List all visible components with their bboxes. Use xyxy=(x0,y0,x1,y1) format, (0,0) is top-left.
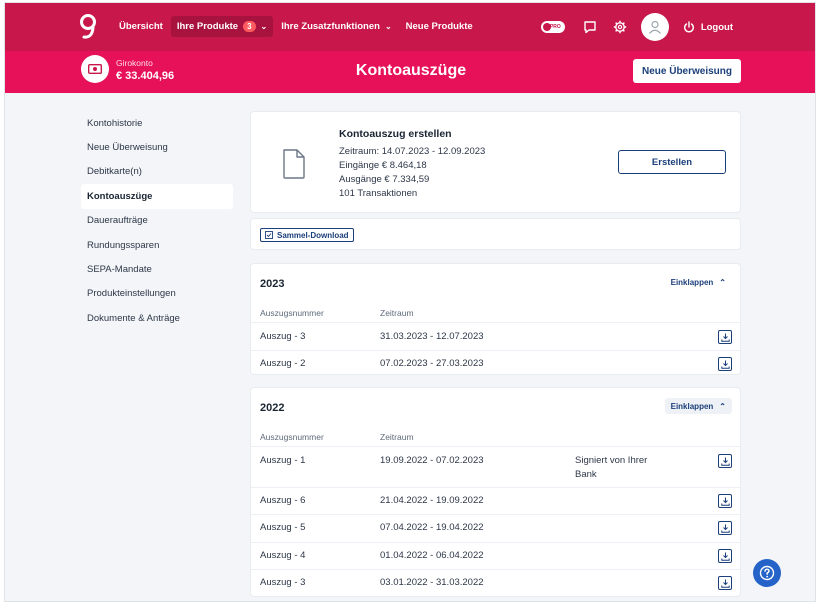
new-transfer-button[interactable]: Neue Überweisung xyxy=(633,59,741,83)
sidebar-menu: Kontohistorie Neue Überweisung Debitkart… xyxy=(81,111,233,331)
year-section-2023: 2023 Einklappen ⌃ Auszugsnummer Zeitraum… xyxy=(250,263,741,375)
signed-note-line1: Signiert von Ihrer xyxy=(575,455,648,466)
bulk-download-card: Sammel-Download xyxy=(250,218,741,250)
statement-period: 01.04.2022 - 06.04.2022 xyxy=(380,550,484,561)
create-statement-title: Kontoauszug erstellen xyxy=(339,128,452,140)
chevron-down-icon: ⌄ xyxy=(260,22,268,31)
table-row[interactable]: Auszug - 4 01.04.2022 - 06.04.2022 xyxy=(251,542,740,569)
sidebar-item-product-settings[interactable]: Produkteinstellungen xyxy=(81,282,233,306)
collapse-label: Einklappen xyxy=(670,401,714,411)
statement-period: 19.09.2022 - 07.02.2023 xyxy=(380,455,484,466)
nav-new-products-label: Neue Produkte xyxy=(405,21,473,32)
sidebar-item-debit-cards[interactable]: Debitkarte(n) xyxy=(81,160,233,184)
logout-label: Logout xyxy=(700,21,733,33)
statement-number: Auszug - 3 xyxy=(260,577,306,588)
year-heading: 2023 xyxy=(260,278,285,290)
sidebar-item-standing-orders[interactable]: Daueraufträge xyxy=(81,209,233,233)
statement-period: 03.01.2022 - 31.03.2022 xyxy=(380,577,484,588)
download-icon[interactable] xyxy=(718,330,732,344)
power-icon xyxy=(683,21,694,33)
nav-your-products-label: Ihre Produkte xyxy=(176,21,239,32)
statement-period: 07.02.2023 - 27.03.2023 xyxy=(380,358,484,369)
year-heading: 2022 xyxy=(260,402,285,414)
help-button[interactable] xyxy=(753,559,781,587)
pro-toggle[interactable]: PRO xyxy=(540,21,565,33)
sidebar-item-round-up-savings[interactable]: Rundungssparen xyxy=(81,233,233,257)
statement-expenses: Ausgänge € 7.334,59 xyxy=(339,174,430,185)
logout-button[interactable]: Logout xyxy=(683,21,733,33)
statement-number: Auszug - 3 xyxy=(260,331,306,342)
chevron-down-icon: ⌄ xyxy=(384,22,392,31)
statement-period: 21.04.2022 - 19.09.2022 xyxy=(380,495,484,506)
bulk-download-button[interactable]: Sammel-Download xyxy=(260,228,354,242)
user-icon xyxy=(648,20,661,34)
statement-number: Auszug - 4 xyxy=(260,550,306,561)
pro-label: PRO xyxy=(549,24,561,30)
document-icon xyxy=(283,149,305,179)
collapse-label: Einklappen xyxy=(670,277,714,287)
signed-note: Signiert von Ihrer Bank xyxy=(575,454,647,482)
statement-number: Auszug - 2 xyxy=(260,358,306,369)
column-header-number: Auszugsnummer xyxy=(260,308,324,318)
checkbox-download-icon xyxy=(265,231,273,239)
nav-new-products[interactable]: Neue Produkte xyxy=(400,16,479,37)
chat-icon[interactable] xyxy=(581,18,599,36)
statement-period: 07.04.2022 - 19.04.2022 xyxy=(380,522,484,533)
app-window: Übersicht Ihre Produkte 3 ⌄ Ihre Zusatzf… xyxy=(4,2,816,602)
download-icon[interactable] xyxy=(718,549,732,563)
statement-number: Auszug - 1 xyxy=(260,455,306,466)
gear-icon[interactable] xyxy=(611,18,629,36)
sidebar-item-statements[interactable]: Kontoauszüge xyxy=(81,184,233,209)
download-icon[interactable] xyxy=(718,521,732,535)
table-row[interactable]: Auszug - 3 03.01.2022 - 31.03.2022 xyxy=(251,569,740,597)
statement-number: Auszug - 6 xyxy=(260,495,306,506)
table-row[interactable]: Auszug - 6 21.04.2022 - 19.09.2022 xyxy=(251,487,740,514)
brand-logo-icon[interactable] xyxy=(79,13,97,41)
year-section-2022: 2022 Einklappen ⌃ Auszugsnummer Zeitraum… xyxy=(250,387,741,597)
table-row[interactable]: Auszug - 2 07.02.2023 - 27.03.2023 xyxy=(251,350,740,376)
sidebar-item-documents[interactable]: Dokumente & Anträge xyxy=(81,306,233,330)
statement-number: Auszug - 5 xyxy=(260,522,306,533)
collapse-button[interactable]: Einklappen ⌃ xyxy=(664,398,732,414)
nav-your-products[interactable]: Ihre Produkte 3 ⌄ xyxy=(170,16,274,37)
download-icon[interactable] xyxy=(718,454,732,468)
top-navigation-bar: Übersicht Ihre Produkte 3 ⌄ Ihre Zusatzf… xyxy=(5,3,815,51)
column-header-number: Auszugsnummer xyxy=(260,432,324,442)
sidebar-item-account-history[interactable]: Kontohistorie xyxy=(81,111,233,135)
nav-additional-features-label: Ihre Zusatzfunktionen xyxy=(281,21,380,32)
nav-overview[interactable]: Übersicht xyxy=(113,16,169,37)
table-row[interactable]: Auszug - 5 07.04.2022 - 19.04.2022 xyxy=(251,514,740,542)
statement-transactions: 101 Transaktionen xyxy=(339,188,418,199)
download-icon[interactable] xyxy=(718,494,732,508)
table-row[interactable]: Auszug - 1 19.09.2022 - 07.02.2023 Signi… xyxy=(251,446,740,487)
topbar-actions: PRO Logout xyxy=(540,3,815,51)
avatar[interactable] xyxy=(640,13,669,41)
nav-additional-features[interactable]: Ihre Zusatzfunktionen ⌄ xyxy=(275,16,397,37)
create-statement-button[interactable]: Erstellen xyxy=(618,150,726,174)
signed-note-line2: Bank xyxy=(575,469,597,480)
main-nav: Übersicht Ihre Produkte 3 ⌄ Ihre Zusatzf… xyxy=(113,16,481,37)
download-icon[interactable] xyxy=(718,357,732,371)
column-header-period: Zeitraum xyxy=(380,432,414,442)
statement-income: Eingänge € 8.464,18 xyxy=(339,160,427,171)
collapse-button[interactable]: Einklappen ⌃ xyxy=(665,274,732,290)
statement-period: 31.03.2023 - 12.07.2023 xyxy=(380,331,484,342)
chevron-up-icon: ⌃ xyxy=(719,277,726,287)
account-header: Girokonto € 33.404,96 Kontoauszüge Neue … xyxy=(5,51,815,93)
products-count-badge: 3 xyxy=(243,21,256,32)
chevron-up-icon: ⌃ xyxy=(719,401,726,411)
help-icon xyxy=(759,565,775,581)
create-statement-card: Kontoauszug erstellen Zeitraum: 14.07.20… xyxy=(250,111,741,213)
table-row[interactable]: Auszug - 3 31.03.2023 - 12.07.2023 xyxy=(251,322,740,350)
column-header-period: Zeitraum xyxy=(380,308,414,318)
sidebar-item-new-transfer[interactable]: Neue Überweisung xyxy=(81,135,233,159)
bulk-download-label: Sammel-Download xyxy=(277,230,349,240)
statement-period: Zeitraum: 14.07.2023 - 12.09.2023 xyxy=(339,146,486,157)
nav-overview-label: Übersicht xyxy=(119,21,163,32)
download-icon[interactable] xyxy=(718,576,732,590)
sidebar-item-sepa-mandates[interactable]: SEPA-Mandate xyxy=(81,257,233,281)
